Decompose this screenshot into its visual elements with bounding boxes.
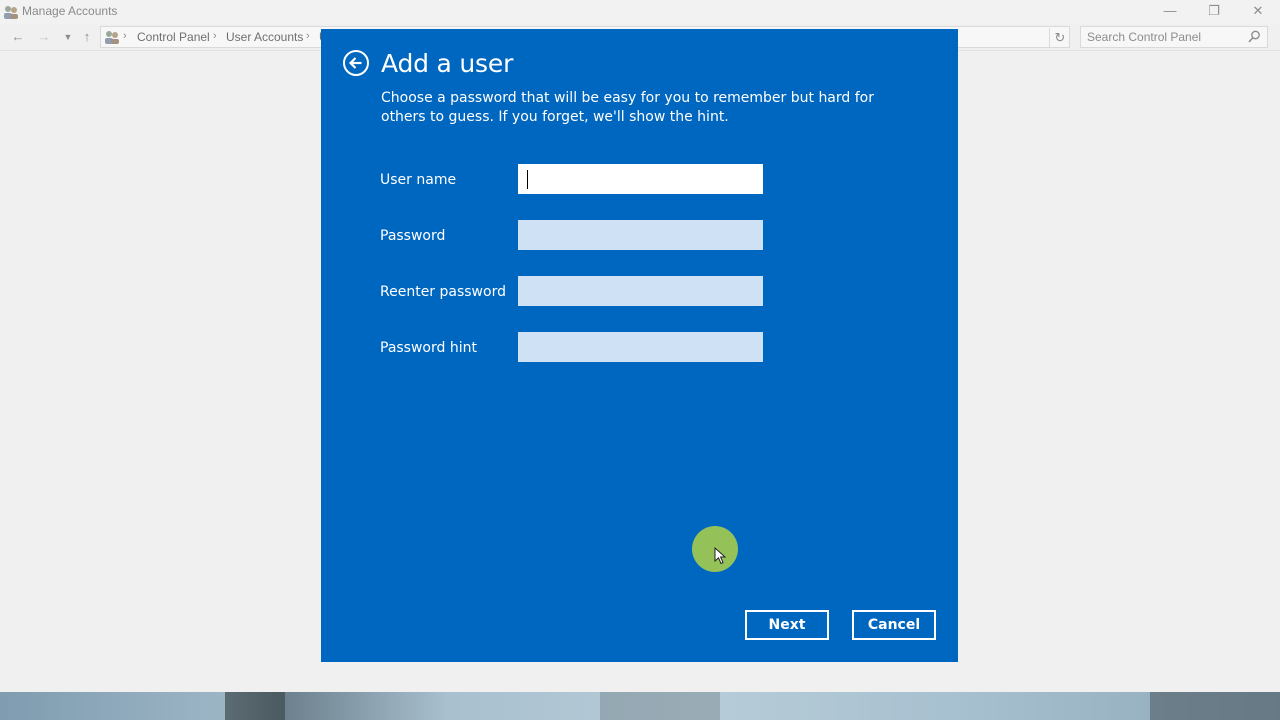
refresh-icon[interactable]: ↻ <box>1049 28 1070 48</box>
users-icon <box>4 6 18 19</box>
breadcrumb-user-accounts[interactable]: User Accounts <box>226 30 303 44</box>
breadcrumb-separator-icon: › <box>213 30 217 42</box>
back-button[interactable] <box>343 50 369 76</box>
text-caret <box>527 170 528 189</box>
search-box[interactable]: Search Control Panel <box>1080 26 1268 48</box>
window-title: Manage Accounts <box>22 4 118 18</box>
close-button[interactable]: ✕ <box>1236 0 1280 24</box>
breadcrumb-control-panel[interactable]: Control Panel <box>137 30 210 44</box>
cancel-button[interactable]: Cancel <box>852 610 936 640</box>
password-hint-input[interactable] <box>518 332 763 362</box>
password-input[interactable] <box>518 220 763 250</box>
password-label: Password <box>380 228 446 244</box>
back-arrow-icon <box>348 57 362 69</box>
next-button[interactable]: Next <box>745 610 829 640</box>
add-user-dialog: Add a user Choose a password that will b… <box>321 29 958 662</box>
forward-arrow-icon[interactable]: → <box>36 29 52 45</box>
restore-button[interactable]: ❐ <box>1192 0 1236 24</box>
control-panel-users-icon <box>105 31 119 44</box>
back-arrow-icon[interactable]: ← <box>10 29 26 45</box>
dialog-description: Choose a password that will be easy for … <box>381 90 874 125</box>
dialog-title: Add a user <box>381 49 514 78</box>
search-icon <box>1248 30 1260 43</box>
title-bar: Manage Accounts — ❐ ✕ <box>0 0 1280 24</box>
password-hint-label: Password hint <box>380 340 477 356</box>
reenter-password-input[interactable] <box>518 276 763 306</box>
reenter-password-label: Reenter password <box>380 284 506 300</box>
breadcrumb-separator-icon: › <box>306 30 310 42</box>
user-name-label: User name <box>380 172 457 188</box>
user-name-input[interactable] <box>518 164 763 194</box>
mouse-pointer-icon <box>714 547 726 565</box>
up-arrow-icon[interactable]: ↑ <box>79 29 95 45</box>
desktop-wallpaper <box>0 692 1280 720</box>
recent-locations-chevron-icon[interactable]: ▼ <box>60 29 76 45</box>
minimize-button[interactable]: — <box>1148 0 1192 24</box>
breadcrumb-separator-icon: › <box>123 30 127 42</box>
search-placeholder: Search Control Panel <box>1087 30 1202 44</box>
